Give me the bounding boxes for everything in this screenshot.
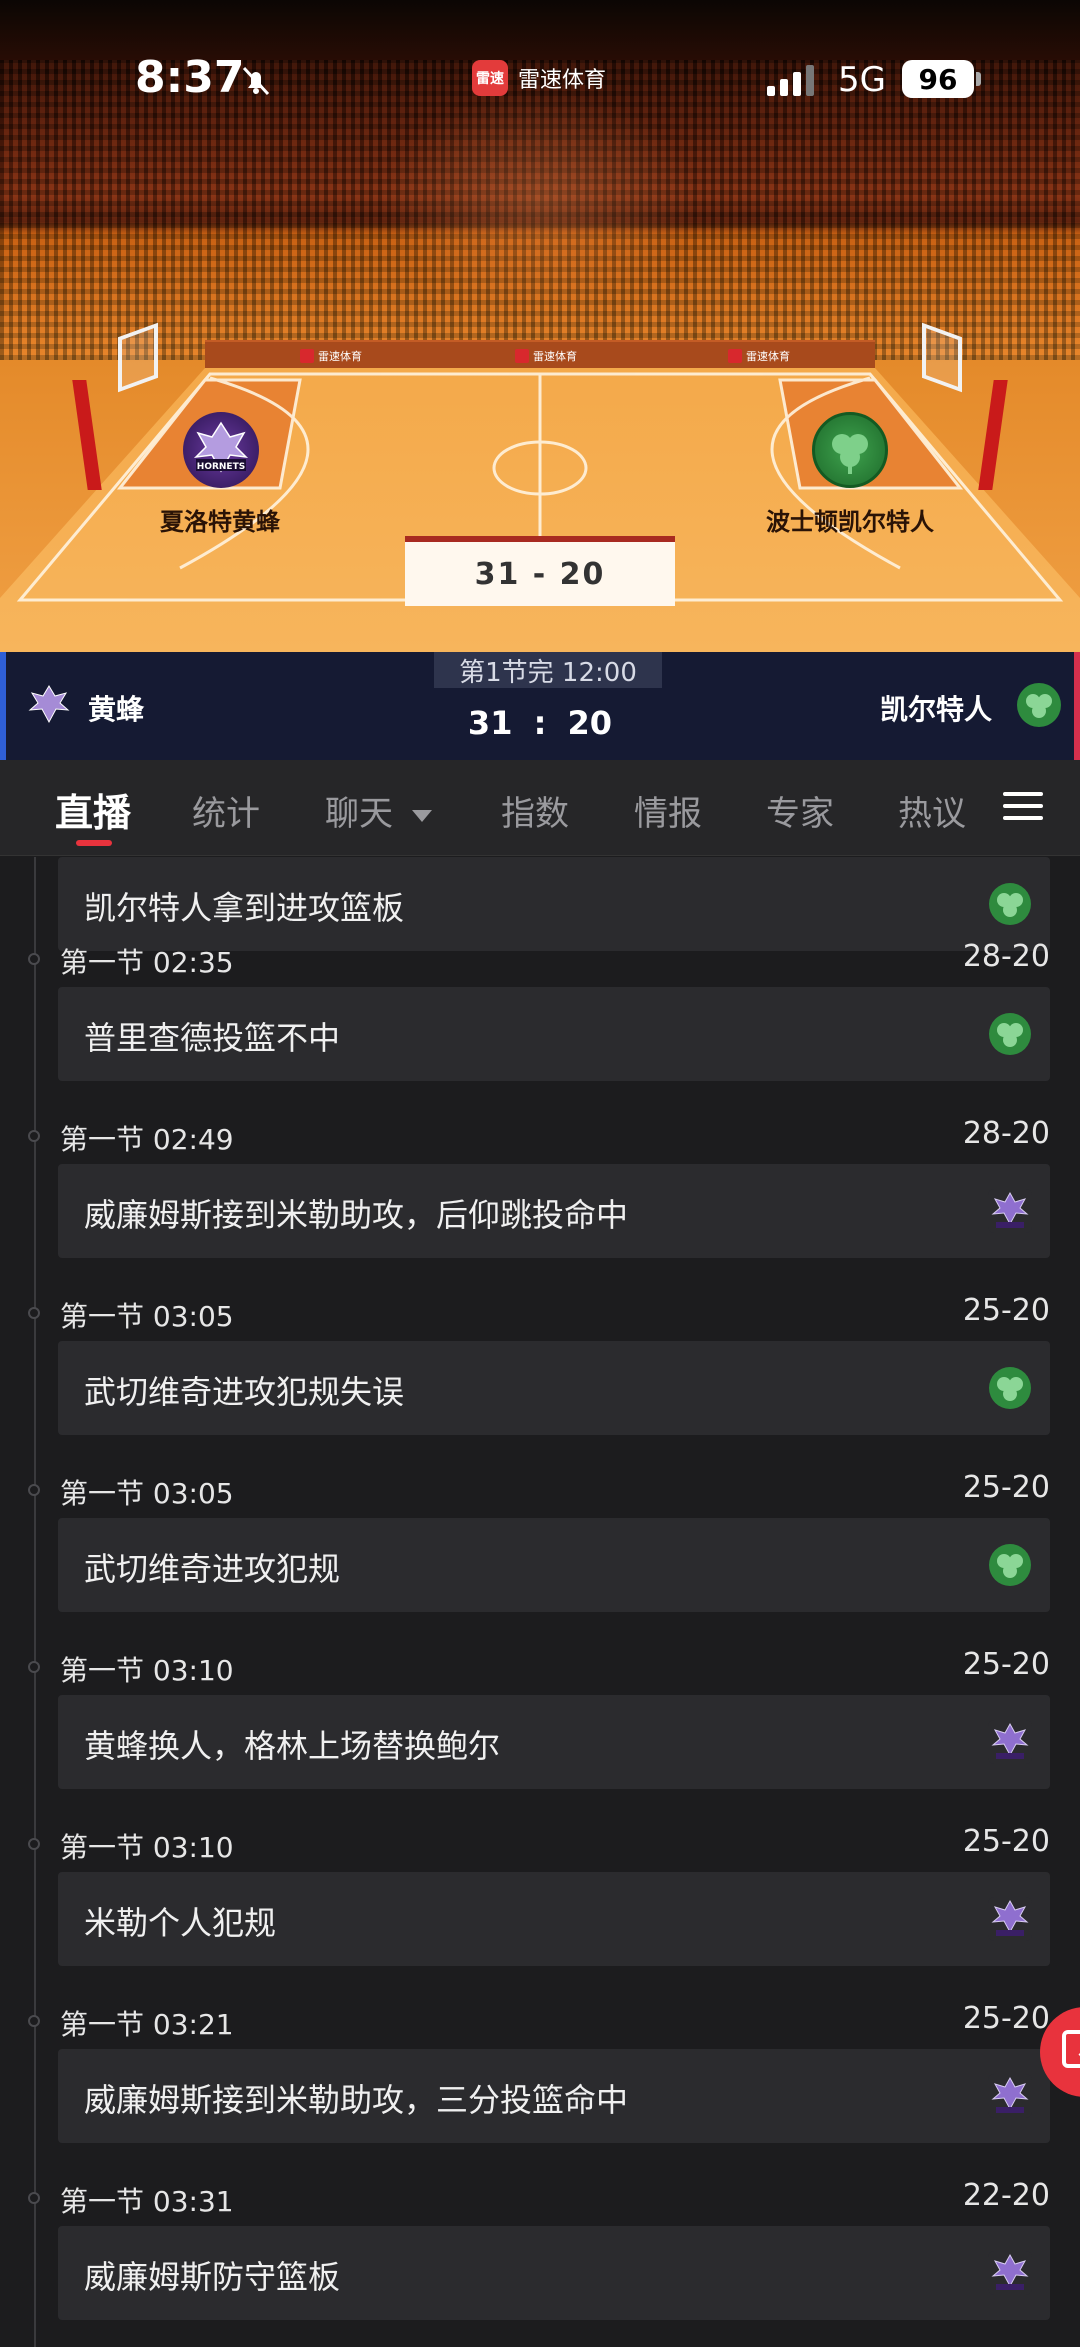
event-card[interactable]: 凯尔特人拿到进攻篮板 [58, 857, 1050, 951]
timeline-dot [28, 1484, 40, 1496]
battery-cap [976, 72, 981, 86]
timeline-dot [28, 1307, 40, 1319]
event-time: 第一节 03:05 [60, 1477, 234, 1510]
event-card[interactable]: 武切维奇进攻犯规失误 [58, 1341, 1050, 1435]
away-team-name: 波士顿凯尔特人 [766, 508, 934, 536]
event-card[interactable]: 威廉姆斯接到米勒助攻，三分投篮命中 [58, 2049, 1050, 2143]
ad-item: 雷速体育 [515, 348, 577, 364]
timeline-dot [28, 2192, 40, 2204]
event-score: 25-20 [962, 2001, 1050, 2036]
event-time: 第一节 03:05 [60, 1300, 234, 1333]
svg-text:HORNETS: HORNETS [197, 462, 245, 472]
event-time: 第一节 03:10 [60, 1654, 234, 1687]
hornets-logo-icon [988, 1720, 1032, 1764]
tab-experts[interactable]: 专家 [766, 786, 834, 835]
event-text: 威廉姆斯接到米勒助攻，三分投篮命中 [84, 2081, 629, 2119]
ad-item: 雷速体育 [300, 348, 362, 364]
app-logo-icon: 雷速 [472, 60, 508, 96]
event-score: 25-20 [962, 1293, 1050, 1328]
app-indicator[interactable]: 雷速 雷速体育 [472, 60, 606, 96]
event-time: 第一节 02:49 [60, 1123, 234, 1156]
ad-board: 雷速体育 雷速体育 雷速体育 [205, 340, 875, 370]
tab-discussion[interactable]: 热议 [898, 786, 966, 835]
away-team-short: 凯尔特人 [879, 693, 992, 726]
caret-down-icon [411, 809, 432, 822]
signal-icon [767, 65, 814, 96]
battery-indicator: 96 [902, 60, 974, 98]
ad-item: 雷速体育 [728, 348, 790, 364]
celtics-logo-icon [812, 412, 888, 488]
event-card[interactable]: 武切维奇进攻犯规 [58, 1518, 1050, 1612]
event-text: 威廉姆斯防守篮板 [84, 2258, 341, 2296]
hornets-logo-icon: HORNETS [183, 412, 259, 488]
event-card[interactable]: 威廉姆斯防守篮板 [58, 2226, 1050, 2320]
event-card[interactable]: 威廉姆斯接到米勒助攻，后仰跳投命中 [58, 1164, 1050, 1258]
timeline-dot [28, 1661, 40, 1673]
celtics-logo-icon [989, 1544, 1031, 1586]
tab-chat-label: 聊天 [325, 794, 393, 834]
status-bar: 8:37 雷速 雷速体育 5G 96 [0, 30, 1080, 130]
celtics-logo-icon [989, 1367, 1031, 1409]
event-text: 普里查德投篮不中 [84, 1019, 341, 1057]
celtics-logo-icon [1017, 683, 1061, 727]
tab-bar: 直播 统计 聊天 指数 情报 专家 热议 [0, 760, 1080, 856]
timeline-dot [28, 2015, 40, 2027]
active-tab-indicator [76, 840, 112, 846]
hornets-logo-icon [988, 2251, 1032, 2295]
event-card[interactable]: 米勒个人犯规 [58, 1872, 1050, 1966]
timeline-dot [28, 953, 40, 965]
hornets-logo-icon [988, 2074, 1032, 2118]
event-text: 米勒个人犯规 [84, 1904, 277, 1942]
court-scoreboard: 31 - 20 [405, 536, 675, 606]
tab-chat[interactable]: 聊天 [325, 786, 432, 835]
timeline-dot [28, 1838, 40, 1850]
event-score: 25-20 [962, 1824, 1050, 1859]
tab-intel[interactable]: 情报 [634, 786, 702, 835]
timeline-line [34, 857, 36, 2347]
celtics-logo-icon [989, 883, 1031, 925]
event-time: 第一节 02:35 [60, 946, 234, 979]
bell-slash-icon [242, 66, 270, 96]
event-text: 武切维奇进攻犯规 [84, 1550, 341, 1588]
live-feed[interactable]: 凯尔特人拿到进攻篮板第一节 02:35 28-20 普里查德投篮不中第一节 02:4… [0, 857, 1080, 2347]
network-type: 5G [838, 60, 886, 100]
event-score: 28-20 [962, 939, 1050, 974]
event-card[interactable]: 黄蜂换人，格林上场替换鲍尔 [58, 1695, 1050, 1789]
event-score: 22-20 [962, 2178, 1050, 2213]
event-time: 第一节 03:21 [60, 2008, 234, 2041]
hamburger-icon[interactable] [1003, 790, 1043, 822]
event-card[interactable]: 普里查德投篮不中 [58, 987, 1050, 1081]
app-name: 雷速体育 [518, 68, 607, 93]
event-text: 威廉姆斯接到米勒助攻，后仰跳投命中 [84, 1196, 629, 1234]
event-text: 武切维奇进攻犯规失误 [84, 1373, 405, 1411]
hornets-logo-icon [988, 1897, 1032, 1941]
event-time: 第一节 03:10 [60, 1831, 234, 1864]
timeline-dot [28, 1130, 40, 1142]
tab-live[interactable]: 直播 [55, 782, 131, 837]
tab-stats[interactable]: 统计 [192, 786, 260, 835]
home-team-name: 夏洛特黄蜂 [160, 508, 280, 536]
celtics-logo-icon [989, 1013, 1031, 1055]
event-text: 黄蜂换人，格林上场替换鲍尔 [84, 1727, 501, 1765]
hornets-logo-icon [988, 1189, 1032, 1233]
event-score: 25-20 [962, 1647, 1050, 1682]
event-text: 凯尔特人拿到进攻篮板 [84, 889, 405, 927]
event-time: 第一节 03:31 [60, 2185, 234, 2218]
tab-odds[interactable]: 指数 [501, 786, 569, 835]
event-score: 25-20 [962, 1470, 1050, 1505]
score-bar: 第1节完 12:00 黄蜂 31 : 20 凯尔特人 [0, 652, 1080, 760]
period-status: 第1节完 12:00 [434, 652, 662, 688]
event-score: 28-20 [962, 1116, 1050, 1151]
clock: 8:37 [135, 52, 245, 103]
